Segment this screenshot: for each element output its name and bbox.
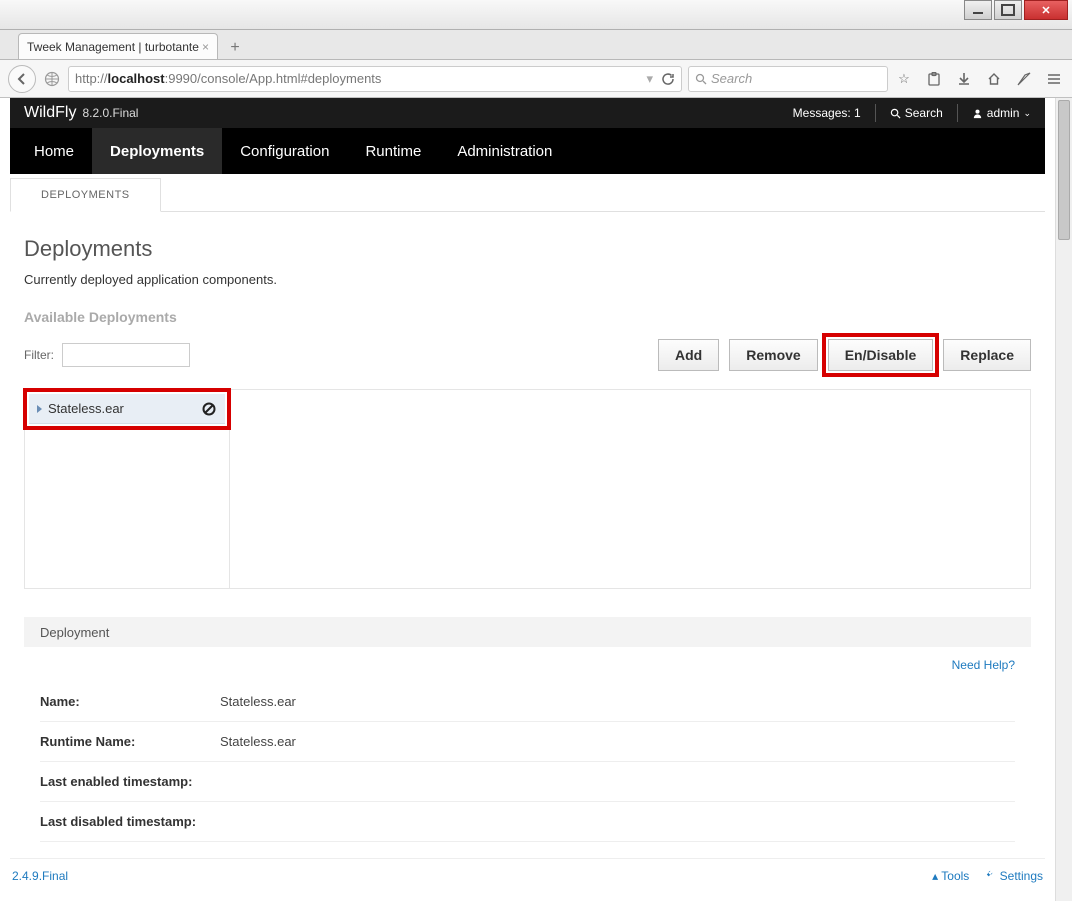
- url-path: :9990/console/App.html#deployments: [165, 71, 382, 86]
- back-button[interactable]: [8, 65, 36, 93]
- user-menu[interactable]: admin ⌄: [972, 106, 1031, 120]
- content-viewport: WildFly 8.2.0.Final Messages: 1 Search a…: [0, 98, 1072, 901]
- arrow-left-icon: [16, 73, 28, 85]
- clipboard-icon[interactable]: [924, 69, 944, 89]
- new-tab-button[interactable]: +: [224, 37, 246, 59]
- footer: 2.4.9.Final ▴ Tools Settings: [10, 858, 1045, 893]
- tools-link[interactable]: ▴ Tools: [932, 869, 969, 883]
- wildfly-version: 8.2.0.Final: [82, 106, 138, 120]
- nav-deployments[interactable]: Deployments: [92, 128, 222, 174]
- prop-row-name: Name:Stateless.ear: [40, 682, 1015, 722]
- window-close-button[interactable]: [1024, 0, 1068, 20]
- separator: [957, 104, 958, 122]
- en-disable-button[interactable]: En/Disable: [828, 339, 934, 371]
- prop-row-last-disabled: Last disabled timestamp:: [40, 802, 1015, 842]
- header-search-link[interactable]: Search: [890, 106, 943, 120]
- wildfly-topbar: WildFly 8.2.0.Final Messages: 1 Search a…: [10, 98, 1045, 128]
- search-icon: [890, 108, 901, 119]
- messages-indicator[interactable]: Messages: 1: [793, 106, 861, 120]
- browser-tabstrip: Tweek Management | turbotante × +: [0, 30, 1072, 60]
- deployment-detail-empty: [230, 390, 1030, 588]
- disabled-icon: [201, 401, 217, 417]
- breadcrumb: Deployment: [24, 617, 1031, 647]
- address-bar[interactable]: http://localhost:9990/console/App.html#d…: [68, 66, 682, 92]
- filter-label: Filter:: [24, 348, 54, 362]
- deployment-tree: Stateless.ear: [25, 390, 230, 588]
- send-icon[interactable]: [1014, 69, 1034, 89]
- browser-toolbar: http://localhost:9990/console/App.html#d…: [0, 60, 1072, 98]
- reload-icon[interactable]: [661, 72, 675, 86]
- globe-icon: [42, 69, 62, 89]
- wildfly-brand: WildFly: [24, 104, 76, 122]
- home-icon[interactable]: [984, 69, 1004, 89]
- browser-tab[interactable]: Tweek Management | turbotante ×: [18, 33, 218, 59]
- bookmark-star-icon[interactable]: ☆: [894, 69, 914, 89]
- search-icon: [695, 73, 707, 85]
- scrollbar-thumb[interactable]: [1058, 100, 1070, 240]
- subtab-deployments[interactable]: DEPLOYMENTS: [10, 178, 161, 212]
- page-title: Deployments: [24, 236, 1031, 262]
- nav-home[interactable]: Home: [16, 128, 92, 174]
- breadcrumb-label: Deployment: [40, 625, 109, 640]
- deployment-item-stateless[interactable]: Stateless.ear: [29, 394, 225, 424]
- nav-runtime[interactable]: Runtime: [347, 128, 439, 174]
- caret-right-icon: [37, 405, 42, 413]
- replace-button[interactable]: Replace: [943, 339, 1031, 371]
- wrench-icon: [985, 869, 996, 880]
- settings-link[interactable]: Settings: [985, 869, 1043, 883]
- separator: [875, 104, 876, 122]
- need-help-link[interactable]: Need Help?: [952, 658, 1015, 672]
- deployment-split: Stateless.ear: [24, 389, 1031, 589]
- vertical-scrollbar[interactable]: [1055, 98, 1072, 901]
- search-placeholder: Search: [711, 71, 752, 86]
- prop-row-last-enabled: Last enabled timestamp:: [40, 762, 1015, 802]
- remove-button[interactable]: Remove: [729, 339, 817, 371]
- url-host: localhost: [108, 71, 165, 86]
- browser-tab-title: Tweek Management | turbotante: [27, 40, 199, 54]
- filter-input[interactable]: [62, 343, 190, 367]
- main-nav: Home Deployments Configuration Runtime A…: [10, 128, 1045, 174]
- nav-administration[interactable]: Administration: [439, 128, 570, 174]
- downloads-icon[interactable]: [954, 69, 974, 89]
- subtab-bar: DEPLOYMENTS: [10, 174, 1045, 212]
- browser-search-input[interactable]: Search: [688, 66, 888, 92]
- window-minimize-button[interactable]: [964, 0, 992, 20]
- properties-table: Name:Stateless.ear Runtime Name:Stateles…: [24, 682, 1031, 842]
- os-window-chrome: [0, 0, 1072, 30]
- add-button[interactable]: Add: [658, 339, 719, 371]
- page-description: Currently deployed application component…: [24, 272, 1031, 287]
- tab-close-icon[interactable]: ×: [202, 40, 209, 54]
- prop-row-runtime-name: Runtime Name:Stateless.ear: [40, 722, 1015, 762]
- deployment-item-label: Stateless.ear: [48, 401, 124, 416]
- chevron-down-icon: ⌄: [1023, 108, 1031, 119]
- footer-version: 2.4.9.Final: [12, 869, 68, 883]
- window-maximize-button[interactable]: [994, 0, 1022, 20]
- nav-configuration[interactable]: Configuration: [222, 128, 347, 174]
- section-title: Available Deployments: [24, 309, 1031, 325]
- menu-icon[interactable]: [1044, 69, 1064, 89]
- url-scheme: http://: [75, 71, 108, 86]
- user-icon: [972, 108, 983, 119]
- dropdown-icon[interactable]: ▾: [646, 71, 653, 87]
